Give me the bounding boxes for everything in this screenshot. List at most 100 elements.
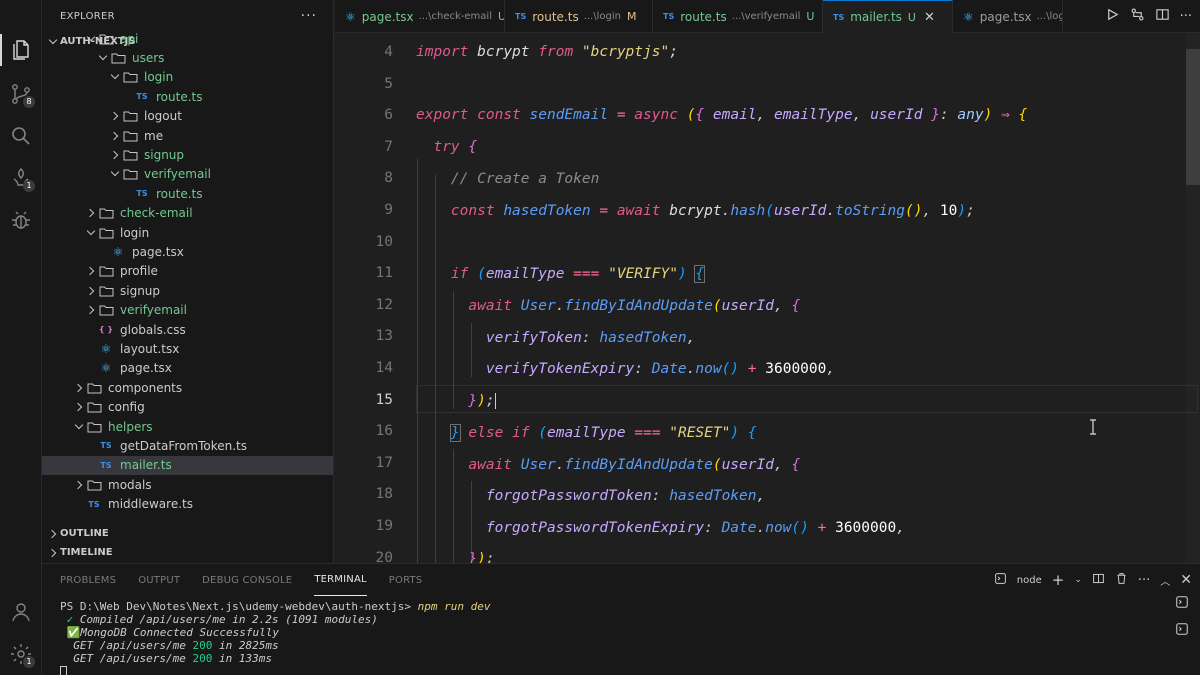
tree-item-label: login bbox=[144, 70, 174, 85]
tab-route-ts[interactable]: TS route.ts ...\verifyemail U bbox=[653, 0, 823, 33]
tab-git-status: M bbox=[626, 10, 637, 23]
tree-item[interactable]: helpers bbox=[42, 417, 333, 436]
more-actions-icon[interactable]: ··· bbox=[1180, 9, 1192, 24]
chevron-right-icon bbox=[108, 109, 122, 123]
explorer-icon[interactable] bbox=[0, 30, 42, 70]
tree-item-label: page.tsx bbox=[120, 361, 172, 376]
tab-git-status: U bbox=[498, 10, 504, 23]
tree-item-label: mailer.ts bbox=[120, 458, 172, 473]
tab-mailer-ts[interactable]: TS mailer.ts U ✕ bbox=[823, 0, 953, 33]
code-line-6: export const sendEmail = async ({ email,… bbox=[416, 107, 1028, 123]
account-icon[interactable] bbox=[0, 592, 42, 632]
chevron-down-icon bbox=[108, 70, 122, 84]
tab-git-status: U bbox=[806, 10, 815, 23]
terminal-line-db: ✅MongoDB Connected Successfully bbox=[60, 626, 1160, 639]
terminal-command: npm run dev bbox=[417, 600, 491, 613]
tree-item[interactable]: users bbox=[42, 48, 333, 67]
tab-label: route.ts bbox=[532, 9, 579, 24]
tree-item[interactable]: signup bbox=[42, 281, 333, 300]
tree-item[interactable]: logout bbox=[42, 107, 333, 126]
close-tab-icon[interactable]: ✕ bbox=[924, 10, 935, 25]
extensions-badge: 1 bbox=[23, 180, 35, 192]
tree-item[interactable]: api bbox=[42, 29, 333, 48]
tab-page-tsx[interactable]: ⚛ page.tsx ...\check-email U bbox=[335, 0, 505, 33]
split-terminal-icon[interactable] bbox=[1092, 572, 1105, 588]
tree-item[interactable]: config bbox=[42, 398, 333, 417]
panel-tab-terminal[interactable]: TERMINAL bbox=[314, 564, 367, 596]
folder-icon bbox=[98, 284, 114, 298]
tree-item[interactable]: signup bbox=[42, 145, 333, 164]
tree-item-label: api bbox=[120, 31, 139, 46]
tree-item[interactable]: TS getDataFromToken.ts bbox=[42, 436, 333, 455]
tab-page-tsx[interactable]: ⚛ page.tsx ...\login bbox=[953, 0, 1063, 33]
trash-icon[interactable] bbox=[1115, 572, 1128, 588]
terminal-prompt: PS D:\Web Dev\Notes\Next.js\udemy-webdev… bbox=[60, 600, 411, 613]
source-control-icon[interactable]: 8 bbox=[0, 74, 42, 114]
tree-item[interactable]: TS mailer.ts bbox=[42, 455, 333, 475]
tree-item-label: me bbox=[144, 128, 164, 143]
tree-item[interactable]: TS middleware.ts bbox=[42, 495, 333, 514]
db-text: MongoDB Connected Successfully bbox=[80, 626, 280, 639]
tree-item[interactable]: login bbox=[42, 68, 333, 87]
code-editor[interactable]: 4 5 6 7 8 9 10 11 12 13 14 15 16 17 18 19 20 import bcry… bbox=[335, 33, 1200, 563]
react-file-icon: ⚛ bbox=[345, 9, 356, 24]
more-actions-icon[interactable]: ··· bbox=[1138, 573, 1150, 588]
tree-item-label: signup bbox=[144, 147, 185, 162]
code-line-7: try { bbox=[433, 139, 478, 155]
maximize-panel-icon[interactable]: ︿ bbox=[1160, 573, 1170, 588]
tree-item[interactable]: TS route.ts bbox=[42, 87, 333, 106]
chevron-down-icon[interactable]: ⌄ bbox=[1074, 575, 1082, 585]
terminal-shell-label[interactable]: node bbox=[1017, 575, 1042, 586]
tree-item[interactable]: ⚛ page.tsx bbox=[42, 359, 333, 378]
tree-item[interactable]: components bbox=[42, 378, 333, 397]
settings-gear-icon[interactable]: 1 bbox=[0, 634, 42, 674]
more-actions-icon[interactable]: ··· bbox=[301, 8, 317, 24]
typescript-file-icon: TS bbox=[663, 12, 675, 21]
panel-tab-ports[interactable]: PORTS bbox=[389, 564, 423, 596]
react-file-icon: ⚛ bbox=[112, 244, 124, 259]
tree-item[interactable]: ⚛ layout.tsx bbox=[42, 339, 333, 358]
tree-item[interactable]: check-email bbox=[42, 204, 333, 223]
run-icon[interactable] bbox=[1105, 7, 1120, 26]
terminal-type-icon[interactable] bbox=[994, 572, 1007, 588]
tree-item[interactable]: verifyemail bbox=[42, 165, 333, 184]
typescript-file-icon: TS bbox=[100, 460, 112, 470]
tree-item-label: verifyemail bbox=[144, 167, 211, 182]
compare-changes-icon[interactable] bbox=[1130, 7, 1145, 26]
close-panel-icon[interactable]: ✕ bbox=[1180, 572, 1192, 588]
code-line-13: verifyToken: hasedToken, bbox=[485, 330, 696, 346]
split-editor-icon[interactable] bbox=[1155, 7, 1170, 26]
tab-label: route.ts bbox=[680, 9, 727, 24]
timeline-section-header[interactable]: TIMELINE bbox=[42, 543, 333, 562]
tree-item[interactable]: verifyemail bbox=[42, 301, 333, 320]
chevron-right-icon bbox=[72, 478, 86, 492]
editor-scrollbar-thumb[interactable] bbox=[1186, 49, 1200, 185]
debug-icon[interactable] bbox=[0, 200, 42, 240]
tree-item[interactable]: login bbox=[42, 223, 333, 242]
code-line-12: await User.findByIdAndUpdate(userId, { bbox=[468, 298, 801, 314]
search-icon[interactable] bbox=[0, 116, 42, 156]
tree-item-label: profile bbox=[120, 264, 158, 279]
terminal-instance-icon[interactable] bbox=[1175, 594, 1189, 613]
panel-tab-debug-console[interactable]: DEBUG CONSOLE bbox=[202, 564, 292, 596]
chevron-right-icon bbox=[72, 381, 86, 395]
folder-icon bbox=[86, 400, 102, 414]
panel-tab-problems[interactable]: PROBLEMS bbox=[60, 564, 116, 596]
tree-item[interactable]: modals bbox=[42, 475, 333, 494]
terminal-instance-icon[interactable] bbox=[1175, 621, 1189, 640]
tree-item[interactable]: ⚛ page.tsx bbox=[42, 242, 333, 261]
tab-route-ts[interactable]: TS route.ts ...\login M bbox=[505, 0, 653, 33]
react-file-icon: ⚛ bbox=[100, 361, 112, 376]
tree-item[interactable]: { } globals.css bbox=[42, 320, 333, 339]
tree-item[interactable]: TS route.ts bbox=[42, 184, 333, 203]
remote-explorer-icon[interactable]: 1 bbox=[0, 158, 42, 198]
new-terminal-icon[interactable]: + bbox=[1052, 571, 1065, 589]
get1-path: GET /api/users/me bbox=[73, 639, 186, 652]
outline-section-header[interactable]: OUTLINE bbox=[42, 524, 333, 543]
panel-tab-output[interactable]: OUTPUT bbox=[138, 564, 180, 596]
chevron-right-icon bbox=[84, 303, 98, 317]
tree-item[interactable]: profile bbox=[42, 262, 333, 281]
folder-icon bbox=[110, 51, 126, 65]
tree-item[interactable]: me bbox=[42, 126, 333, 145]
terminal-output[interactable]: PS D:\Web Dev\Notes\Next.js\udemy-webdev… bbox=[60, 600, 1160, 675]
